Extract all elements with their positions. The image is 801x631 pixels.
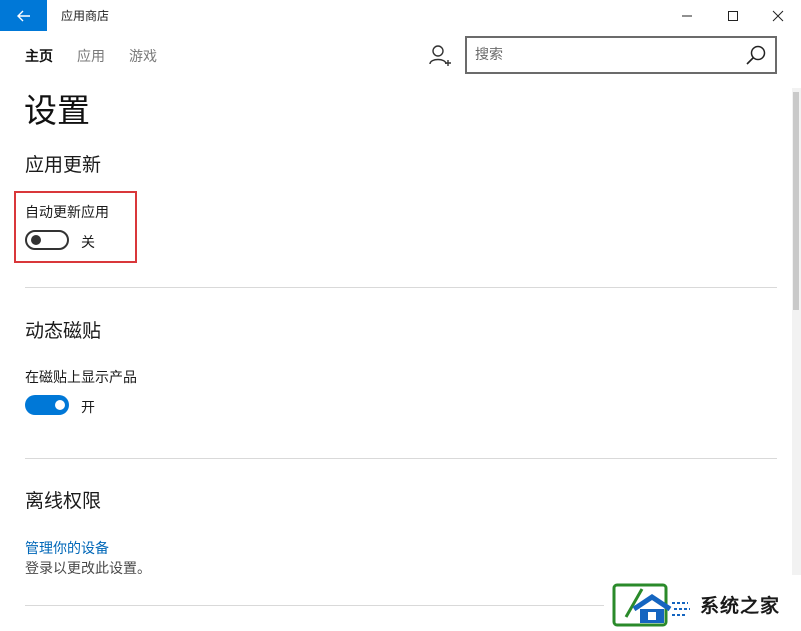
search-icon[interactable]: [745, 44, 767, 66]
auto-update-label: 自动更新应用: [25, 205, 109, 221]
nav-games[interactable]: 游戏: [129, 46, 157, 66]
main-nav: 主页 应用 游戏: [25, 46, 181, 66]
user-add-icon: [429, 45, 451, 66]
house-logo-icon: [612, 583, 690, 627]
show-products-label: 在磁贴上显示产品: [25, 370, 137, 386]
back-button[interactable]: [0, 0, 47, 31]
show-products-toggle[interactable]: [25, 395, 69, 415]
toggle-knob: [31, 235, 41, 245]
section-divider: [25, 287, 777, 288]
nav-home[interactable]: 主页: [25, 46, 53, 66]
search-box: [465, 36, 777, 74]
title-bar: 应用商店: [0, 0, 801, 31]
manage-devices-link[interactable]: 管理你的设备: [25, 538, 109, 558]
toggle-knob: [55, 400, 65, 410]
auto-update-toggle[interactable]: [25, 230, 69, 250]
section-divider: [25, 458, 777, 459]
watermark-text: 系统之家: [700, 595, 781, 617]
close-icon: [772, 10, 784, 21]
show-products-state: 开: [81, 400, 95, 416]
close-button[interactable]: [755, 0, 801, 31]
auto-update-state: 关: [81, 235, 95, 251]
scrollbar-thumb[interactable]: [793, 92, 799, 310]
maximize-icon: [728, 10, 738, 21]
nav-apps[interactable]: 应用: [77, 46, 105, 66]
page-title: 设置: [24, 91, 90, 130]
section-title-live-tiles: 动态磁贴: [25, 320, 102, 342]
minimize-icon: [682, 15, 692, 16]
app-title: 应用商店: [61, 9, 110, 23]
section-title-app-updates: 应用更新: [25, 154, 102, 176]
search-input[interactable]: [475, 45, 735, 65]
minimize-button[interactable]: [664, 0, 710, 31]
user-account-button[interactable]: [428, 43, 454, 69]
watermark: 系统之家: [604, 575, 801, 631]
back-arrow-icon: [16, 10, 30, 21]
section-title-offline: 离线权限: [25, 490, 102, 512]
sign-in-hint: 登录以更改此设置。: [25, 561, 151, 577]
maximize-button[interactable]: [710, 0, 756, 31]
